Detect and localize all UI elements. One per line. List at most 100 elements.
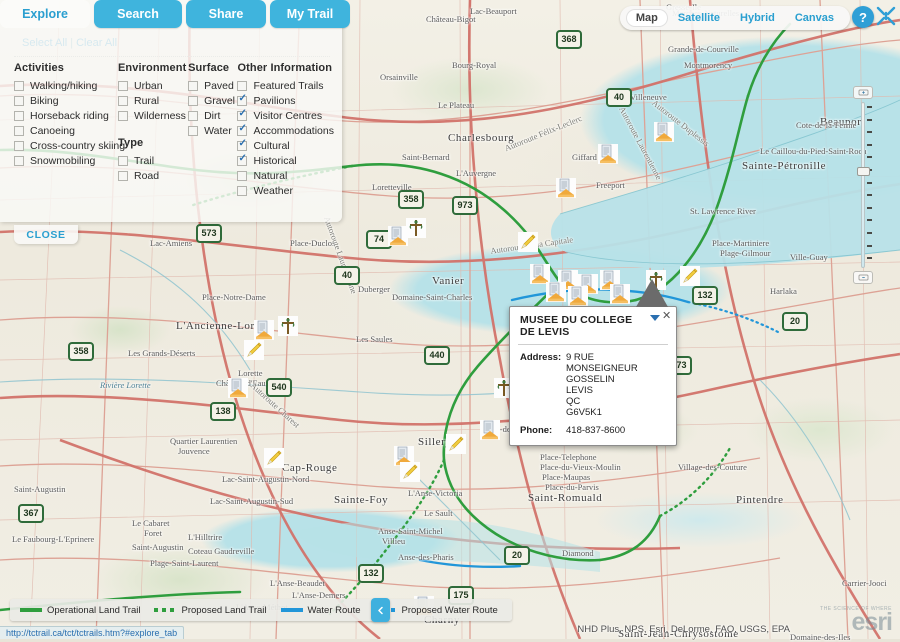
- map-marker-pavilion[interactable]: [386, 224, 410, 248]
- chevron-down-icon[interactable]: [650, 315, 660, 321]
- basemap-option-canvas[interactable]: Canvas: [785, 9, 844, 27]
- basemap-option-satellite[interactable]: Satellite: [668, 9, 730, 27]
- checkbox-box[interactable]: [237, 171, 247, 181]
- checkbox-box[interactable]: [188, 81, 198, 91]
- checkbox-box[interactable]: [14, 156, 24, 166]
- map-marker-pavilion[interactable]: [596, 142, 620, 166]
- filter-columns: ActivitiesWalking/hikingBikingHorseback …: [14, 62, 334, 198]
- checkbox-box[interactable]: [14, 141, 24, 151]
- close-panel-button[interactable]: CLOSE: [14, 225, 78, 244]
- checkbox-box[interactable]: [237, 111, 247, 121]
- filter-checkbox-urban[interactable]: Urban: [118, 78, 188, 93]
- map-marker-pencil[interactable]: [398, 460, 422, 484]
- map-marker-pavilion[interactable]: [554, 176, 578, 200]
- map-marker-pencil[interactable]: [678, 264, 702, 288]
- filter-checkbox-rural[interactable]: Rural: [118, 93, 188, 108]
- filter-checkbox-water[interactable]: Water: [188, 123, 237, 138]
- tab-explore[interactable]: Explore: [0, 0, 90, 28]
- main-tab-bar[interactable]: ExploreSearchShareMy Trail: [0, 0, 344, 28]
- browser-status-bar: http://tctrail.ca/tct/tctrails.htm?#expl…: [0, 626, 184, 639]
- checkbox-box[interactable]: [14, 96, 24, 106]
- highway-shield: 132: [692, 286, 718, 305]
- zoom-tick: [867, 119, 872, 121]
- map-marker-pavilion[interactable]: [544, 280, 568, 304]
- filter-checkbox-snowmobiling[interactable]: Snowmobiling: [14, 153, 118, 168]
- zoom-in-button[interactable]: [853, 86, 873, 99]
- filter-checkbox-trail[interactable]: Trail: [118, 153, 188, 168]
- checkbox-label: Trail: [134, 155, 154, 167]
- checkbox-label: Rural: [134, 95, 159, 107]
- expand-icon[interactable]: [874, 4, 898, 28]
- map-marker-pavilion[interactable]: [608, 282, 632, 306]
- checkbox-box[interactable]: [237, 156, 247, 166]
- filter-checkbox-featured-trails[interactable]: Featured Trails: [237, 78, 334, 93]
- map-marker-pencil[interactable]: [262, 446, 286, 470]
- filter-checkbox-weather[interactable]: Weather: [237, 183, 334, 198]
- checkbox-box[interactable]: [237, 141, 247, 151]
- basemap-option-hybrid[interactable]: Hybrid: [730, 9, 785, 27]
- poi-info-popup: MUSEE DU COLLEGE DE LEVIS ✕ Address:9 RU…: [509, 306, 677, 446]
- filter-checkbox-historical[interactable]: Historical: [237, 153, 334, 168]
- checkbox-box[interactable]: [188, 96, 198, 106]
- zoom-track[interactable]: [861, 102, 865, 268]
- legend-label: Proposed Water Route: [402, 605, 498, 616]
- popup-pointer: [636, 279, 668, 307]
- zoom-out-button[interactable]: [853, 271, 873, 284]
- checkbox-box[interactable]: [14, 126, 24, 136]
- checkbox-box[interactable]: [237, 81, 247, 91]
- map-marker-pavilion[interactable]: [478, 418, 502, 442]
- filter-checkbox-gravel[interactable]: Gravel: [188, 93, 237, 108]
- checkbox-box[interactable]: [118, 171, 128, 181]
- basemap-option-map[interactable]: Map: [626, 9, 668, 27]
- zoom-slider[interactable]: [853, 86, 873, 284]
- help-button[interactable]: ?: [852, 6, 874, 28]
- filter-checkbox-horseback-riding[interactable]: Horseback riding: [14, 108, 118, 123]
- checkbox-box[interactable]: [237, 126, 247, 136]
- map-marker-pencil[interactable]: [242, 338, 266, 362]
- basemap-switcher[interactable]: MapSatelliteHybridCanvas: [620, 6, 850, 30]
- explore-filter-panel: ActivitiesWalking/hikingBikingHorseback …: [0, 0, 342, 222]
- filter-checkbox-canoeing[interactable]: Canoeing: [14, 123, 118, 138]
- checkbox-box[interactable]: [14, 111, 24, 121]
- checkbox-box[interactable]: [118, 156, 128, 166]
- tab-share[interactable]: Share: [186, 0, 266, 28]
- legend-collapse-button[interactable]: [371, 598, 390, 622]
- map-attribution: NHD Plus, NPS, Esri, DeLorme, FAO, USGS,…: [577, 624, 790, 635]
- map-marker-pencil[interactable]: [444, 432, 468, 456]
- filter-checkbox-pavilions[interactable]: Pavilions: [237, 93, 334, 108]
- filter-checkbox-biking[interactable]: Biking: [14, 93, 118, 108]
- checkbox-box[interactable]: [118, 111, 128, 121]
- map-marker-cross[interactable]: [276, 314, 300, 338]
- filter-checkbox-accommodations[interactable]: Accommodations: [237, 123, 334, 138]
- map-marker-pavilion[interactable]: [226, 376, 250, 400]
- checkbox-box[interactable]: [118, 81, 128, 91]
- checkbox-box[interactable]: [237, 186, 247, 196]
- close-icon[interactable]: ✕: [662, 311, 672, 321]
- filter-checkbox-visitor-centres[interactable]: Visitor Centres: [237, 108, 334, 123]
- tab-search[interactable]: Search: [94, 0, 182, 28]
- zoom-tick: [867, 144, 872, 146]
- esri-wordmark: esri: [820, 610, 892, 635]
- filter-checkbox-paved[interactable]: Paved: [188, 78, 237, 93]
- checkbox-label: Historical: [253, 155, 296, 167]
- tab-my-trail[interactable]: My Trail: [270, 0, 350, 28]
- zoom-handle[interactable]: [857, 167, 870, 176]
- legend-swatch: [20, 608, 42, 612]
- checkbox-box[interactable]: [188, 111, 198, 121]
- filter-checkbox-cultural[interactable]: Cultural: [237, 138, 334, 153]
- filter-checkbox-dirt[interactable]: Dirt: [188, 108, 237, 123]
- filter-checkbox-road[interactable]: Road: [118, 168, 188, 183]
- filter-checkbox-wilderness[interactable]: Wilderness: [118, 108, 188, 123]
- checkbox-box[interactable]: [118, 96, 128, 106]
- checkbox-box[interactable]: [237, 96, 247, 106]
- filter-column-heading: Other Information: [237, 62, 334, 74]
- map-marker-pavilion[interactable]: [652, 120, 676, 144]
- filter-checkbox-walking-hiking[interactable]: Walking/hiking: [14, 78, 118, 93]
- filter-checkbox-cross-country-skiing[interactable]: Cross-country skiing: [14, 138, 118, 153]
- filter-checkbox-natural[interactable]: Natural: [237, 168, 334, 183]
- map-marker-pencil[interactable]: [516, 230, 540, 254]
- checkbox-box[interactable]: [188, 126, 198, 136]
- map-marker-pavilion[interactable]: [566, 284, 590, 308]
- highway-shield: 573: [196, 224, 222, 243]
- checkbox-box[interactable]: [14, 81, 24, 91]
